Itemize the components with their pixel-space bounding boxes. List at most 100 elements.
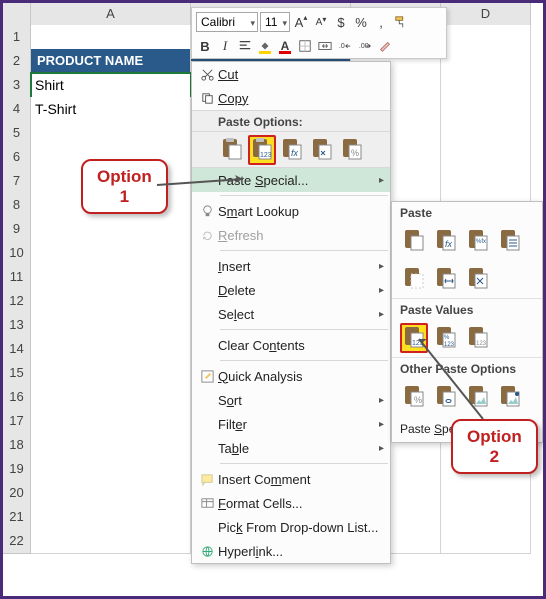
cell[interactable]: [441, 121, 531, 146]
cell-product-name-header[interactable]: PRODUCT NAME: [31, 49, 191, 74]
menu-table[interactable]: Table▸: [192, 436, 390, 460]
menu-pick-from-list[interactable]: Pick From Drop-down List...: [192, 515, 390, 539]
cell[interactable]: [441, 97, 531, 122]
fill-color-icon[interactable]: [256, 36, 274, 56]
row-header[interactable]: 17: [3, 409, 31, 434]
cell[interactable]: [31, 289, 191, 314]
row-header[interactable]: 1: [3, 25, 31, 50]
row-header[interactable]: 19: [3, 457, 31, 482]
comma-format-icon[interactable]: ,: [372, 12, 390, 32]
menu-filter[interactable]: Filter▸: [192, 412, 390, 436]
row-header[interactable]: 12: [3, 289, 31, 314]
row-header[interactable]: 13: [3, 313, 31, 338]
menu-hyperlink[interactable]: Hyperlink...: [192, 539, 390, 563]
cell[interactable]: [31, 409, 191, 434]
decrease-decimal-icon[interactable]: .0: [336, 36, 354, 56]
cell[interactable]: [441, 145, 531, 170]
cell[interactable]: [31, 529, 191, 554]
menu-sort[interactable]: Sort▸: [192, 388, 390, 412]
paste-all-icon[interactable]: [400, 226, 428, 256]
cell[interactable]: [441, 73, 531, 98]
cell-A3[interactable]: Shirt: [31, 73, 191, 98]
cell[interactable]: [31, 361, 191, 386]
menu-cut[interactable]: Cut: [192, 62, 390, 86]
menu-copy[interactable]: Copy: [192, 86, 390, 110]
row-header[interactable]: 14: [3, 337, 31, 362]
font-select[interactable]: Calibri: [196, 12, 258, 32]
cell-A4[interactable]: T-Shirt: [31, 97, 191, 122]
row-header[interactable]: 15: [3, 361, 31, 386]
cell[interactable]: [31, 385, 191, 410]
decrease-font-icon[interactable]: A▾: [312, 12, 330, 32]
cell[interactable]: [31, 337, 191, 362]
paste-no-borders-icon[interactable]: [400, 264, 428, 294]
cell[interactable]: [31, 121, 191, 146]
italic-button[interactable]: I: [216, 36, 234, 56]
increase-decimal-icon[interactable]: .00: [356, 36, 374, 56]
cell[interactable]: [31, 457, 191, 482]
paste-transpose-icon[interactable]: [464, 264, 492, 294]
cell[interactable]: [441, 49, 531, 74]
cell[interactable]: [31, 313, 191, 338]
cell[interactable]: [441, 25, 531, 50]
percent-format-icon[interactable]: %: [352, 12, 370, 32]
menu-insert-comment[interactable]: Insert Comment: [192, 467, 390, 491]
row-header[interactable]: 20: [3, 481, 31, 506]
borders-icon[interactable]: [296, 36, 314, 56]
cell[interactable]: [31, 505, 191, 530]
menu-format-cells[interactable]: Format Cells...: [192, 491, 390, 515]
cell[interactable]: [31, 241, 191, 266]
cell[interactable]: [31, 433, 191, 458]
row-header[interactable]: 16: [3, 385, 31, 410]
paste-values-icon[interactable]: 123: [248, 135, 276, 165]
row-header[interactable]: 22: [3, 529, 31, 554]
row-header[interactable]: 5: [3, 121, 31, 146]
row-header[interactable]: 7: [3, 169, 31, 194]
cell[interactable]: [31, 265, 191, 290]
cell[interactable]: [441, 505, 531, 530]
row-header[interactable]: 10: [3, 241, 31, 266]
font-color-icon[interactable]: A: [276, 36, 294, 56]
menu-clear-contents[interactable]: Clear Contents: [192, 333, 390, 357]
paste-formulas-number-icon[interactable]: %fx: [464, 226, 492, 256]
paste-transpose-icon[interactable]: [308, 135, 336, 165]
paste-all-icon[interactable]: [218, 135, 246, 165]
bold-button[interactable]: B: [196, 36, 214, 56]
paste-formulas-icon[interactable]: fx: [278, 135, 306, 165]
row-header[interactable]: 21: [3, 505, 31, 530]
paste-keep-width-icon[interactable]: [432, 264, 460, 294]
menu-quick-analysis[interactable]: Quick Analysis: [192, 364, 390, 388]
cell[interactable]: [31, 25, 191, 50]
menu-smart-lookup[interactable]: Smart Lookup: [192, 199, 390, 223]
menu-delete[interactable]: Delete▸: [192, 278, 390, 302]
row-header[interactable]: 11: [3, 265, 31, 290]
cell[interactable]: [31, 481, 191, 506]
row-header[interactable]: 6: [3, 145, 31, 170]
paste-keep-source-icon[interactable]: [496, 226, 524, 256]
row-header[interactable]: 8: [3, 193, 31, 218]
font-size-select[interactable]: 11: [260, 12, 290, 32]
cell[interactable]: [31, 217, 191, 242]
cell[interactable]: [441, 169, 531, 194]
col-header-D[interactable]: D: [441, 3, 531, 26]
row-header[interactable]: 4: [3, 97, 31, 122]
paste-formatting-icon[interactable]: %: [338, 135, 366, 165]
align-icon[interactable]: [236, 36, 254, 56]
format-painter-icon[interactable]: [392, 12, 410, 32]
menu-insert[interactable]: Insert▸: [192, 254, 390, 278]
row-header[interactable]: 18: [3, 433, 31, 458]
accounting-format-icon[interactable]: $: [332, 12, 350, 32]
cell[interactable]: [441, 529, 531, 554]
row-header[interactable]: 2: [3, 49, 31, 74]
increase-font-icon[interactable]: A▴: [292, 12, 310, 32]
row-header[interactable]: 9: [3, 217, 31, 242]
menu-select[interactable]: Select▸: [192, 302, 390, 326]
merge-center-icon[interactable]: [316, 36, 334, 56]
col-header-A[interactable]: A: [31, 3, 191, 26]
cell[interactable]: [441, 481, 531, 506]
row-header[interactable]: 3: [3, 73, 31, 98]
paste-linked-picture-icon[interactable]: [496, 382, 524, 412]
clear-formatting-icon[interactable]: [376, 36, 394, 56]
select-all-corner[interactable]: [3, 3, 31, 26]
paste-formulas-icon[interactable]: fx: [432, 226, 460, 256]
